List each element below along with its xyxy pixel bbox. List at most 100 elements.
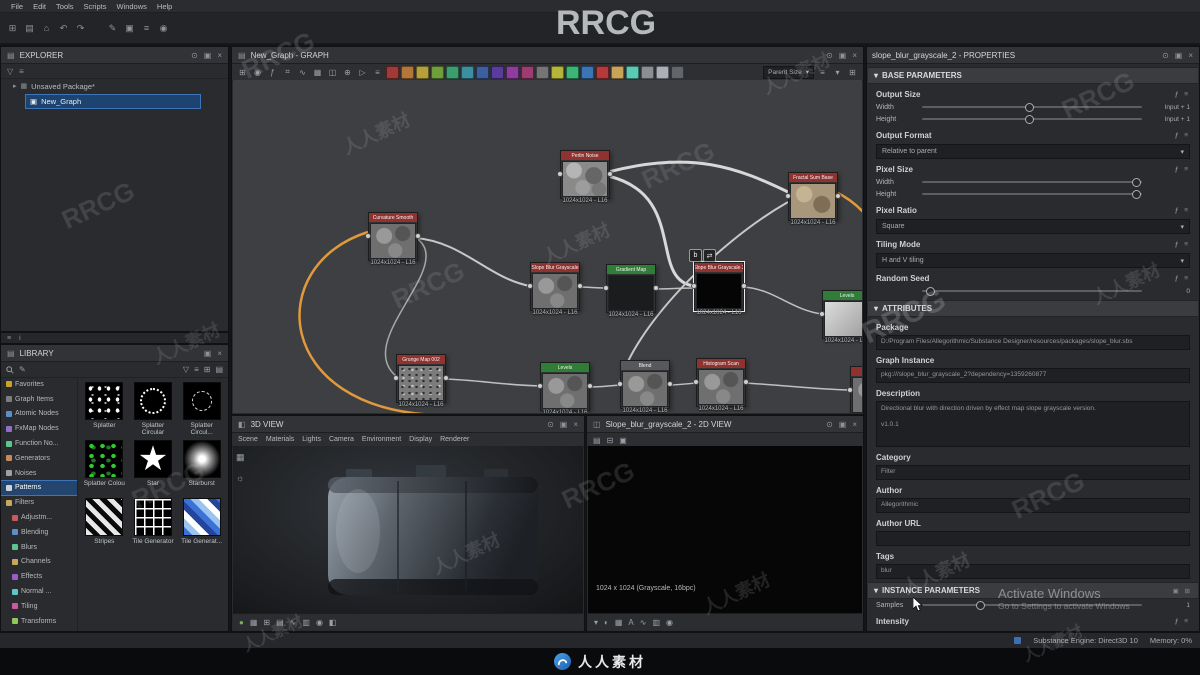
viewport-3d[interactable]: ▦ ☼ bbox=[233, 446, 583, 614]
search-icon[interactable] bbox=[6, 365, 14, 374]
param-actions-icons[interactable]: ƒ ≡ bbox=[1175, 618, 1190, 625]
graph-tool-icon-4[interactable]: ∿ bbox=[296, 68, 309, 77]
dock-icon[interactable]: ▣ bbox=[559, 420, 569, 429]
slider-track[interactable] bbox=[922, 178, 1142, 187]
save-icon[interactable]: ⌂ bbox=[39, 21, 54, 36]
atomic-node-icon-2[interactable] bbox=[416, 65, 429, 79]
dock-icon[interactable]: ▣ bbox=[838, 420, 848, 429]
library-category-transforms[interactable]: Transforms bbox=[1, 614, 77, 629]
node-wire-6[interactable] bbox=[741, 286, 823, 315]
graph-tool-icon-6[interactable]: ◫ bbox=[326, 68, 339, 77]
atomic-node-icon-5[interactable] bbox=[461, 65, 474, 79]
library-item-splatter-circul[interactable]: Splatter Circul... bbox=[178, 382, 225, 437]
curve-icon[interactable]: ∿ bbox=[290, 618, 297, 627]
library-category-tiling[interactable]: Tiling bbox=[1, 599, 77, 614]
graph-toolbar-extra-icon-0[interactable]: ≡ bbox=[816, 68, 829, 77]
new-package-icon[interactable]: ⊞ bbox=[5, 21, 20, 36]
atomic-node-icon-6[interactable] bbox=[476, 65, 489, 79]
layers-icon[interactable]: ▤ bbox=[276, 618, 284, 627]
node-wire-5[interactable] bbox=[653, 287, 695, 290]
atomic-node-icon-0[interactable] bbox=[386, 65, 399, 79]
info-icon[interactable]: i bbox=[19, 335, 21, 342]
menu-item-help[interactable]: Help bbox=[152, 2, 177, 11]
menu-item-scripts[interactable]: Scripts bbox=[79, 2, 112, 11]
atomic-node-icon-14[interactable] bbox=[596, 65, 609, 79]
param-field-value[interactable]: pkg:///slope_blur_grayscale_2?dependency… bbox=[876, 368, 1190, 383]
dock-icon[interactable]: ▣ bbox=[203, 349, 213, 358]
param-actions-icons[interactable]: ƒ ≡ bbox=[1175, 166, 1190, 173]
param-description-value[interactable]: Directional blur with direction driven b… bbox=[876, 401, 1190, 447]
list-view-icon[interactable]: ▤ bbox=[215, 365, 223, 374]
slider-track[interactable] bbox=[922, 287, 1142, 296]
graph-node-slope-blur[interactable]: Slope Blur1024x1024 - L16 bbox=[847, 366, 862, 413]
grid-view-icon[interactable]: ⊞ bbox=[204, 365, 211, 374]
list-icon[interactable]: ≡ bbox=[139, 21, 154, 36]
section-collapse-icon[interactable]: ▾ bbox=[874, 304, 878, 313]
pin-icon[interactable]: ⊙ bbox=[190, 51, 199, 60]
library-item-splatter-colou[interactable]: Splatter Colou bbox=[81, 440, 128, 495]
atomic-node-icon-1[interactable] bbox=[401, 65, 414, 79]
library-category-normal[interactable]: Normal ... bbox=[1, 584, 77, 599]
close-icon[interactable]: × bbox=[851, 420, 858, 429]
library-item-star[interactable]: ★ Star bbox=[130, 440, 177, 495]
node-wire-11[interactable] bbox=[743, 382, 851, 391]
tree-item-graph-selected[interactable]: ▣ New_Graph bbox=[25, 94, 201, 109]
viewport-2d[interactable]: 1024 x 1024 (Grayscale, 16bpc) bbox=[588, 446, 862, 614]
param-dropdown[interactable]: Square ▾ bbox=[876, 219, 1190, 234]
graph-node-slope-blur-grayscale[interactable]: Slope Blur Grayscale 1024x1024 - L16 bbox=[527, 262, 583, 316]
save-view-icon[interactable]: ▤ bbox=[593, 436, 601, 445]
histogram-icon[interactable]: ∿ bbox=[640, 618, 647, 627]
graph-toolbar-extra-icon-1[interactable]: ▾ bbox=[831, 68, 844, 77]
sort-icon[interactable]: ≡ bbox=[194, 365, 199, 374]
section-header-attributes[interactable]: ▾ ATTRIBUTES bbox=[868, 300, 1198, 317]
library-item-starburst[interactable]: Starburst bbox=[178, 440, 225, 495]
link-icon[interactable]: ⊟ bbox=[607, 436, 614, 445]
pin-icon[interactable]: ⊙ bbox=[546, 420, 555, 429]
menu-item-edit[interactable]: Edit bbox=[28, 2, 51, 11]
slider-track[interactable] bbox=[922, 115, 1142, 124]
slider-handle[interactable] bbox=[1024, 103, 1034, 112]
atomic-node-icon-13[interactable] bbox=[581, 65, 594, 79]
edit-icon[interactable]: ✎ bbox=[105, 21, 120, 36]
view3d-menu-materials[interactable]: Materials bbox=[266, 436, 294, 443]
close-icon[interactable]: × bbox=[216, 51, 223, 60]
uv-icon[interactable]: ▥ bbox=[302, 618, 310, 627]
library-category-effects[interactable]: Effects bbox=[1, 569, 77, 584]
view3d-menu-renderer[interactable]: Renderer bbox=[440, 436, 469, 443]
channel-select-icon[interactable]: ▾ bbox=[594, 618, 598, 627]
undo-icon[interactable]: ↶ bbox=[56, 21, 71, 36]
redo-icon[interactable]: ↷ bbox=[73, 21, 88, 36]
pixel-info-icon[interactable]: ◉ bbox=[666, 618, 673, 627]
view3d-menu-lights[interactable]: Lights bbox=[302, 436, 321, 443]
export-icon[interactable]: ▣ bbox=[619, 436, 627, 445]
alpha-icon[interactable]: A bbox=[628, 618, 633, 627]
graph-node-curvature-smooth[interactable]: Curvature Smooth 1024x1024 - L16 bbox=[365, 212, 421, 266]
atomic-node-icon-9[interactable] bbox=[521, 65, 534, 79]
wireframe-icon[interactable]: ▦ bbox=[250, 618, 258, 627]
close-icon[interactable]: × bbox=[216, 349, 223, 358]
library-category-channels[interactable]: Channels bbox=[1, 555, 77, 570]
grid-icon[interactable]: ⊞ bbox=[263, 618, 270, 627]
target-icon[interactable]: ◉ bbox=[156, 21, 171, 36]
library-category-noises[interactable]: Noises bbox=[1, 466, 77, 481]
atomic-node-icon-11[interactable] bbox=[551, 65, 564, 79]
slider-track[interactable] bbox=[922, 103, 1142, 112]
pin-icon[interactable]: ⊙ bbox=[1161, 51, 1170, 60]
param-field-value[interactable]: blur bbox=[876, 564, 1190, 579]
atomic-node-icon-7[interactable] bbox=[491, 65, 504, 79]
param-field-value[interactable]: Filter bbox=[876, 465, 1190, 480]
graph-node-grunge-map-002[interactable]: Grunge Map 002 1024x1024 - L16 bbox=[393, 354, 449, 408]
view2d-title[interactable]: Slope_blur_grayscale_2 - 2D VIEW bbox=[606, 420, 732, 429]
atomic-node-icon-16[interactable] bbox=[626, 65, 639, 79]
graph-tool-icon-2[interactable]: ƒ bbox=[266, 68, 279, 77]
library-item-tile-generat[interactable]: Tile Generat... bbox=[178, 498, 225, 553]
param-actions-icons[interactable]: ƒ ≡ bbox=[1175, 132, 1190, 139]
param-field-value[interactable]: Allegorithmic bbox=[876, 498, 1190, 513]
tiling-icon[interactable]: ◐ bbox=[604, 618, 609, 627]
graph-tool-icon-1[interactable]: ◉ bbox=[251, 68, 264, 77]
section-collapse-icon[interactable]: ▾ bbox=[874, 71, 878, 80]
graph-node-levels[interactable]: Levels 1024x1024 - L16 bbox=[537, 362, 593, 413]
menu-item-file[interactable]: File bbox=[6, 2, 28, 11]
graph-canvas[interactable]: Perlin Noise 1024x1024 - L16 Fractal Sum B… bbox=[233, 80, 862, 413]
library-category-filters[interactable]: Filters bbox=[1, 495, 77, 510]
